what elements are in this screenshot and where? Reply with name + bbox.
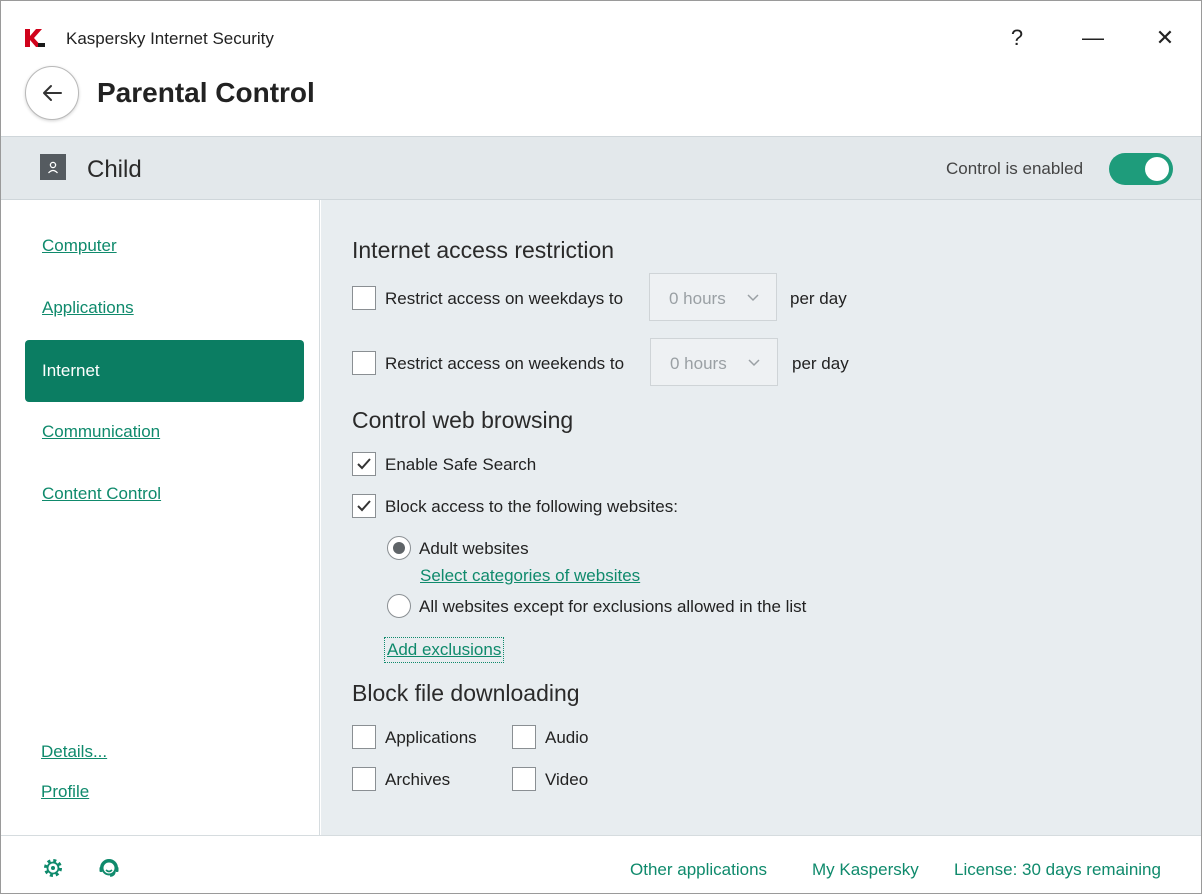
title-bar: Kaspersky Internet Security ? — ✕ bbox=[1, 1, 1201, 65]
minimize-icon: — bbox=[1082, 25, 1104, 50]
sidebar-item-applications[interactable]: Applications bbox=[42, 298, 134, 318]
safe-search-checkbox[interactable] bbox=[352, 452, 376, 476]
video-download-checkbox[interactable] bbox=[512, 767, 536, 791]
select-categories-link[interactable]: Select categories of websites bbox=[420, 566, 640, 586]
all-except-label: All websites except for exclusions allow… bbox=[419, 597, 807, 616]
help-icon: ? bbox=[1010, 25, 1024, 50]
weekends-checkbox[interactable] bbox=[352, 351, 376, 375]
weekdays-hours-value: 0 hours bbox=[669, 289, 726, 308]
checkmark-icon bbox=[357, 458, 371, 470]
adult-websites-radio[interactable] bbox=[387, 536, 411, 560]
block-websites-label: Block access to the following websites: bbox=[385, 497, 678, 516]
audio-download-checkbox[interactable] bbox=[512, 725, 536, 749]
all-except-radio[interactable] bbox=[387, 594, 411, 618]
app-window: Kaspersky Internet Security ? — ✕ Parent… bbox=[0, 0, 1202, 894]
web-browsing-title: Control web browsing bbox=[352, 407, 574, 433]
adult-websites-label: Adult websites bbox=[419, 539, 529, 558]
weekdays-hours-select[interactable]: 0 hours bbox=[649, 273, 777, 321]
page-title: Parental Control bbox=[97, 77, 315, 108]
sidebar-item-computer[interactable]: Computer bbox=[42, 236, 117, 256]
profile-name: Child bbox=[87, 156, 142, 183]
weekends-label: Restrict access on weekends to bbox=[385, 354, 625, 373]
chevron-down-icon bbox=[747, 294, 759, 302]
weekdays-checkbox[interactable] bbox=[352, 286, 376, 310]
radio-selected-dot bbox=[393, 542, 405, 554]
internet-access-title: Internet access restriction bbox=[352, 237, 615, 263]
checkmark-icon bbox=[357, 500, 371, 512]
video-download-label: Video bbox=[545, 770, 589, 789]
sidebar-item-content-control[interactable]: Content Control bbox=[42, 484, 161, 504]
safe-search-label: Enable Safe Search bbox=[385, 455, 537, 474]
weekends-hours-value: 0 hours bbox=[670, 354, 727, 373]
minimize-button[interactable]: — bbox=[1073, 21, 1113, 55]
block-websites-checkbox[interactable] bbox=[352, 494, 376, 518]
help-button[interactable]: ? bbox=[997, 21, 1037, 55]
file-downloading-title: Block file downloading bbox=[352, 680, 580, 706]
applications-download-checkbox[interactable] bbox=[352, 725, 376, 749]
kaspersky-logo-icon bbox=[25, 29, 45, 47]
gear-icon[interactable] bbox=[41, 856, 65, 880]
weekdays-label: Restrict access on weekdays to bbox=[385, 289, 624, 308]
chevron-down-icon bbox=[748, 359, 760, 367]
sidebar: Computer Applications Internet Communica… bbox=[1, 200, 320, 835]
toggle-knob bbox=[1145, 157, 1169, 181]
close-icon: ✕ bbox=[1155, 25, 1175, 50]
applications-download-label: Applications bbox=[385, 728, 477, 747]
details-link[interactable]: Details... bbox=[41, 742, 107, 762]
sidebar-item-label: Internet bbox=[42, 361, 100, 380]
license-link[interactable]: License: 30 days remaining bbox=[954, 860, 1161, 880]
back-button[interactable] bbox=[25, 66, 79, 120]
child-avatar-icon bbox=[40, 154, 66, 180]
archives-download-label: Archives bbox=[385, 770, 451, 789]
close-button[interactable]: ✕ bbox=[1145, 21, 1185, 55]
app-title: Kaspersky Internet Security bbox=[66, 29, 274, 48]
profile-link[interactable]: Profile bbox=[41, 782, 89, 802]
other-applications-link[interactable]: Other applications bbox=[630, 860, 767, 880]
control-toggle[interactable] bbox=[1109, 153, 1173, 185]
archives-download-checkbox[interactable] bbox=[352, 767, 376, 791]
profile-bar: Child Control is enabled bbox=[1, 136, 1201, 200]
weekdays-suffix: per day bbox=[790, 289, 847, 308]
support-agent-icon[interactable] bbox=[97, 856, 121, 880]
main-content: Internet access restriction Restrict acc… bbox=[321, 200, 1201, 835]
sidebar-item-internet[interactable]: Internet bbox=[25, 340, 304, 402]
audio-download-label: Audio bbox=[545, 728, 589, 747]
add-exclusions-link[interactable]: Add exclusions bbox=[383, 637, 505, 663]
weekends-suffix: per day bbox=[792, 354, 849, 373]
footer: Other applications My Kaspersky License:… bbox=[1, 835, 1201, 893]
weekends-hours-select[interactable]: 0 hours bbox=[650, 338, 778, 386]
sidebar-item-communication[interactable]: Communication bbox=[42, 422, 160, 442]
arrow-left-icon bbox=[43, 85, 62, 101]
control-status-label: Control is enabled bbox=[946, 159, 1084, 178]
my-kaspersky-link[interactable]: My Kaspersky bbox=[812, 860, 919, 880]
